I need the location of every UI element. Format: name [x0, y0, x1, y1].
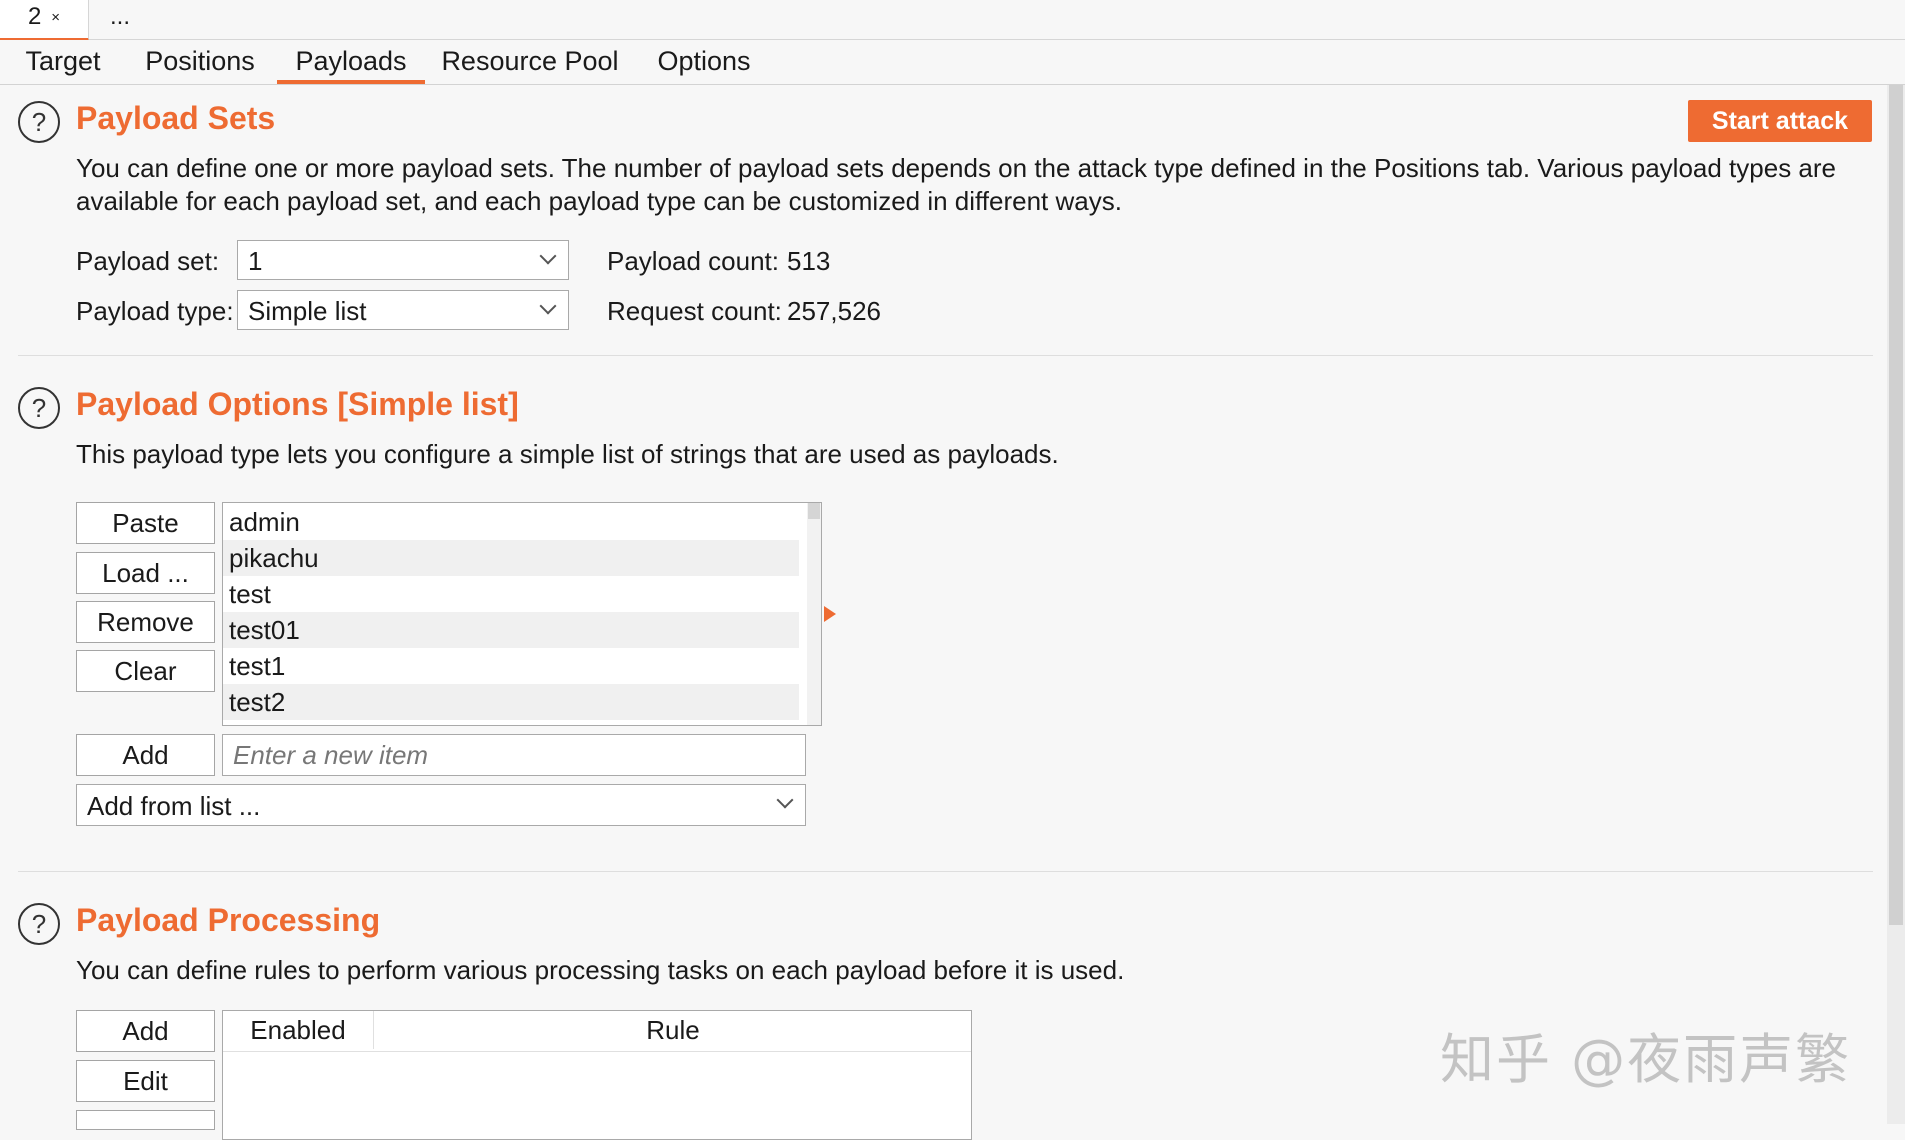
payload-processing-title: Payload Processing	[76, 902, 381, 938]
expand-arrow-icon[interactable]	[824, 606, 836, 622]
scrollbar-thumb[interactable]	[1889, 85, 1903, 925]
rule-button-partial[interactable]	[76, 1110, 215, 1130]
tab-options[interactable]: Options	[645, 40, 763, 84]
add-from-list-label: Add from list ...	[87, 791, 261, 821]
section-divider	[18, 871, 1873, 872]
clear-button[interactable]: Clear	[76, 650, 215, 692]
payload-count-value: 513	[787, 246, 831, 276]
add-rule-button[interactable]: Add	[76, 1010, 215, 1052]
add-item-button[interactable]: Add	[76, 734, 215, 776]
paste-button[interactable]: Paste	[76, 502, 215, 544]
close-icon[interactable]: ×	[51, 9, 60, 26]
column-enabled[interactable]: Enabled	[223, 1011, 374, 1049]
list-item[interactable]: test1	[223, 648, 799, 684]
payload-options-title: Payload Options [Simple list]	[76, 386, 519, 422]
instance-tab-label: 2	[27, 3, 42, 30]
tab-target[interactable]: Target	[8, 40, 118, 84]
payload-type-select[interactable]: Simple list	[237, 290, 569, 330]
list-scrollbar-thumb[interactable]	[808, 503, 820, 519]
instance-tab-2[interactable]: 2 ×	[0, 0, 89, 41]
payload-set-label: Payload set:	[76, 246, 220, 276]
table-header: Enabled Rule	[223, 1011, 971, 1052]
payload-sets-description-2: available for each payload set, and each…	[76, 186, 1122, 216]
chevron-down-icon	[539, 247, 557, 265]
vertical-scrollbar[interactable]	[1887, 85, 1905, 1124]
request-count-value: 257,526	[787, 296, 881, 326]
payload-sets-title: Payload Sets	[76, 100, 276, 136]
column-rule[interactable]: Rule	[374, 1011, 972, 1049]
tab-positions[interactable]: Positions	[136, 40, 264, 84]
start-attack-button[interactable]: Start attack	[1688, 100, 1872, 142]
list-scrollbar[interactable]	[807, 503, 821, 725]
payload-sets-description-1: You can define one or more payload sets.…	[76, 153, 1837, 183]
list-item[interactable]: pikachu	[223, 540, 799, 576]
instance-tab-bar	[0, 0, 1905, 40]
help-icon[interactable]: ?	[18, 903, 60, 945]
list-item[interactable]: test2	[223, 684, 799, 720]
watermark: 知乎 @夜雨声繁	[1440, 1028, 1852, 1091]
help-icon[interactable]: ?	[18, 101, 60, 143]
tab-resource-pool[interactable]: Resource Pool	[440, 40, 620, 84]
list-item[interactable]: test01	[223, 612, 799, 648]
load-button[interactable]: Load ...	[76, 552, 215, 594]
add-from-list-select[interactable]: Add from list ...	[76, 784, 806, 826]
payload-list[interactable]: admin pikachu test test01 test1 test2	[222, 502, 822, 726]
remove-button[interactable]: Remove	[76, 601, 215, 643]
payload-set-select[interactable]: 1	[237, 240, 569, 280]
payload-type-value: Simple list	[248, 296, 367, 326]
payload-options-description: This payload type lets you configure a s…	[76, 439, 1059, 469]
payload-set-value: 1	[248, 246, 263, 276]
help-icon[interactable]: ?	[18, 387, 60, 429]
list-item[interactable]: test	[223, 576, 799, 612]
edit-rule-button[interactable]: Edit	[76, 1060, 215, 1102]
payload-processing-description: You can define rules to perform various …	[76, 955, 1125, 985]
chevron-down-icon	[776, 791, 794, 809]
new-item-input[interactable]: Enter a new item	[222, 734, 806, 776]
list-item[interactable]: admin	[223, 504, 799, 540]
tab-payloads[interactable]: Payloads	[277, 40, 425, 84]
payload-count-label: Payload count:	[607, 246, 780, 276]
chevron-down-icon	[539, 297, 557, 315]
section-divider	[18, 355, 1873, 356]
processing-rules-table[interactable]: Enabled Rule	[222, 1010, 972, 1140]
instance-tab-more[interactable]: ...	[100, 0, 140, 38]
request-count-label: Request count:	[607, 296, 782, 326]
payload-type-label: Payload type:	[76, 296, 234, 326]
